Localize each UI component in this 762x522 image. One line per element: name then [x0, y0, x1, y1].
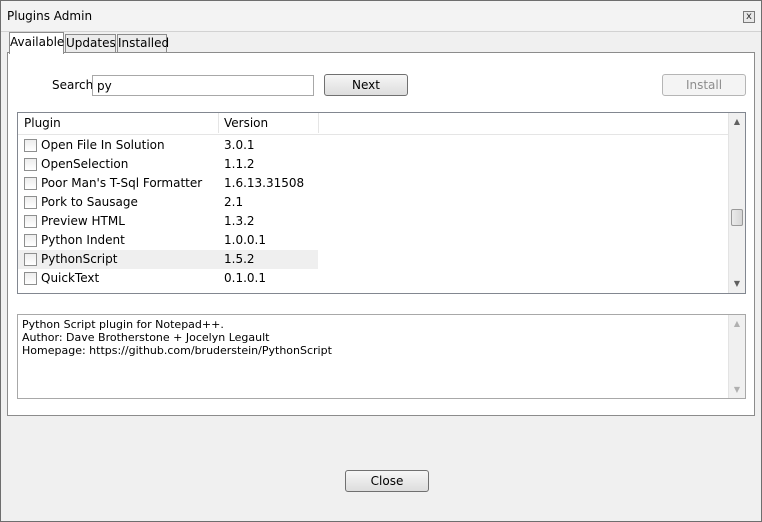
list-item[interactable]: Poor Man's T-Sql Formatter 1.6.13.31508 — [18, 174, 728, 193]
list-header: Plugin Version — [18, 113, 728, 135]
plugin-name: Poor Man's T-Sql Formatter — [41, 176, 203, 190]
up-arrow-icon[interactable]: ▲ — [729, 315, 745, 332]
plugin-list[interactable]: Plugin Version Open File In Solution 3.0… — [17, 112, 746, 294]
plugin-version: 2.1 — [224, 195, 244, 209]
tab-updates[interactable]: Updates — [65, 34, 116, 52]
description-line: Author: Dave Brotherstone + Jocelyn Lega… — [22, 331, 270, 344]
checkbox-icon[interactable] — [24, 234, 37, 247]
list-item[interactable]: Open File In Solution 3.0.1 — [18, 136, 728, 155]
down-arrow-icon[interactable]: ▼ — [729, 275, 745, 292]
plugin-name: PythonScript — [41, 252, 118, 266]
plugin-name: QuickText — [41, 271, 100, 285]
checkbox-icon[interactable] — [24, 272, 37, 285]
plugin-version: 0.1.0.1 — [224, 271, 266, 285]
plugin-version: 3.0.1 — [224, 138, 255, 152]
search-input[interactable] — [92, 75, 314, 96]
description-line: Homepage: https://github.com/bruderstein… — [22, 344, 332, 357]
list-item[interactable]: Python Indent 1.0.0.1 — [18, 231, 728, 250]
checkbox-icon[interactable] — [24, 177, 37, 190]
search-label: Search: — [52, 78, 98, 92]
plugin-version: 1.1.2 — [224, 157, 255, 171]
next-button[interactable]: Next — [324, 74, 408, 96]
plugin-name: Python Indent — [41, 233, 125, 247]
plugin-name: Preview HTML — [41, 214, 125, 228]
tab-installed[interactable]: Installed — [117, 34, 169, 52]
plugin-version: 1.5.2 — [224, 252, 255, 266]
plugin-version: 1.6.13.31508 — [224, 176, 305, 190]
checkbox-icon[interactable] — [24, 139, 37, 152]
plugin-name: OpenSelection — [41, 157, 129, 171]
checkbox-icon[interactable] — [24, 215, 37, 228]
list-item-selected[interactable]: PythonScript 1.5.2 — [18, 250, 728, 269]
plugin-version: 1.3.2 — [224, 214, 255, 228]
close-button[interactable]: Close — [345, 470, 429, 492]
list-item[interactable]: Pork to Sausage 2.1 — [18, 193, 728, 212]
column-divider[interactable] — [318, 113, 319, 133]
checkbox-icon[interactable] — [24, 196, 37, 209]
list-item[interactable]: Preview HTML 1.3.2 — [18, 212, 728, 231]
column-header-version[interactable]: Version — [218, 113, 318, 133]
window-title: Plugins Admin — [7, 9, 93, 23]
checkbox-icon[interactable] — [24, 158, 37, 171]
scrollbar-thumb[interactable] — [731, 209, 743, 226]
title-bar: Plugins Admin x — [1, 1, 761, 32]
down-arrow-icon[interactable]: ▼ — [729, 381, 745, 398]
close-window-icon[interactable]: x — [743, 11, 755, 23]
column-header-plugin[interactable]: Plugin — [18, 113, 218, 133]
list-item[interactable]: QuickText 0.1.0.1 — [18, 269, 728, 288]
up-arrow-icon[interactable]: ▲ — [729, 113, 745, 130]
install-button[interactable]: Install — [662, 74, 746, 96]
tab-available[interactable]: Available — [9, 32, 64, 54]
available-tab-panel: Search: Next Install Plugin Version Open… — [7, 52, 755, 416]
list-scrollbar[interactable]: ▲ ▼ — [728, 113, 745, 293]
description-scrollbar[interactable]: ▲ ▼ — [728, 315, 745, 398]
plugin-name: Pork to Sausage — [41, 195, 138, 209]
plugin-name: Open File In Solution — [41, 138, 165, 152]
plugin-version: 1.0.0.1 — [224, 233, 266, 247]
plugins-admin-window: Plugins Admin x Available Updates Instal… — [0, 0, 762, 522]
list-item[interactable]: OpenSelection 1.1.2 — [18, 155, 728, 174]
plugin-description[interactable]: Python Script plugin for Notepad++. Auth… — [17, 314, 746, 399]
checkbox-icon[interactable] — [24, 253, 37, 266]
description-line: Python Script plugin for Notepad++. — [22, 318, 224, 331]
